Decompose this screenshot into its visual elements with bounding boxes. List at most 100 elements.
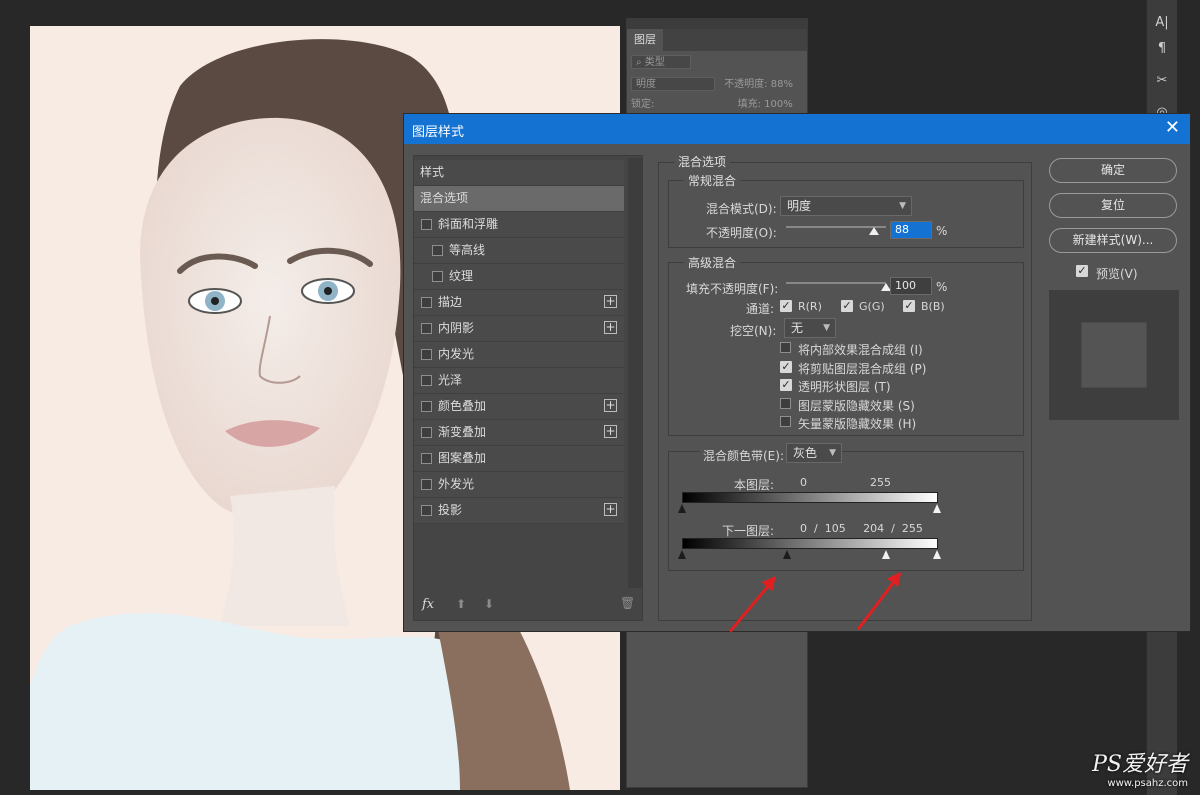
advanced-option-label: 图层蒙版隐藏效果 (S) <box>798 398 915 413</box>
fill-opacity-input[interactable]: 100 <box>890 277 932 295</box>
add-effect-icon[interactable]: + <box>604 399 617 412</box>
opacity-input[interactable]: 88 <box>890 221 932 239</box>
underlying-layer-stop[interactable] <box>933 550 941 559</box>
general-blending-title: 常规混合 <box>684 172 741 189</box>
styles-header[interactable]: 样式 <box>414 160 624 186</box>
this-layer-white-stop[interactable] <box>933 504 941 513</box>
style-item[interactable]: 光泽 <box>414 368 624 394</box>
advanced-option-checkbox[interactable]: ✓ <box>780 360 792 373</box>
style-item[interactable]: 颜色叠加 + <box>414 394 624 420</box>
channels-label: 通道: <box>746 302 775 316</box>
style-item-checkbox[interactable] <box>421 453 432 464</box>
tab-layers[interactable]: 图层 <box>627 29 663 51</box>
watermark: PS爱好者 www.psahz.com <box>1092 746 1188 789</box>
style-item[interactable]: 描边 + <box>414 290 624 316</box>
advanced-option-label: 将内部效果混合成组 (I) <box>798 343 923 357</box>
underlying-layer-stop[interactable] <box>678 550 686 559</box>
style-item-checkbox[interactable] <box>421 479 432 490</box>
advanced-option-checkbox[interactable] <box>780 397 791 409</box>
reset-button[interactable]: 复位 <box>1049 193 1177 218</box>
style-item-label: 内阴影 <box>438 321 475 335</box>
close-icon[interactable]: ✕ <box>1165 117 1180 138</box>
style-item-checkbox[interactable] <box>421 323 432 334</box>
advanced-option-label: 矢量蒙版隐藏效果 (H) <box>798 417 917 431</box>
fill-opacity-slider-track[interactable] <box>786 282 886 284</box>
character-icon[interactable]: A| <box>1147 10 1177 36</box>
underlying-layer-stop[interactable] <box>882 550 890 559</box>
kind-filter-select[interactable]: ⌕ 类型 <box>631 55 691 69</box>
preview-swatch <box>1081 322 1147 388</box>
blend-if-label: 混合颜色带(E): <box>700 447 787 464</box>
style-item-checkbox[interactable] <box>432 245 443 256</box>
fx-button[interactable]: fx <box>422 597 434 612</box>
style-item-checkbox[interactable] <box>432 271 443 282</box>
opacity-slider-knob[interactable] <box>869 227 879 235</box>
style-item[interactable]: 渐变叠加 + <box>414 420 624 446</box>
style-item[interactable]: 内阴影 + <box>414 316 624 342</box>
style-item-label: 内发光 <box>438 347 475 361</box>
preview-checkbox[interactable]: ✓ <box>1076 265 1088 277</box>
blend-mode-value: 明度 <box>787 199 812 213</box>
style-list-scrollbar[interactable] <box>628 158 642 588</box>
this-layer-black-stop[interactable] <box>678 504 686 513</box>
style-item[interactable]: 斜面和浮雕 <box>414 212 624 238</box>
add-effect-icon[interactable]: + <box>604 295 617 308</box>
channel-g-label: G(G) <box>859 300 885 313</box>
style-item[interactable]: 等高线 <box>414 238 624 264</box>
opacity-label: 不透明度(O): <box>706 226 777 240</box>
move-down-icon[interactable]: ⬇ <box>484 597 494 611</box>
trash-icon[interactable]: 🗑 <box>620 596 635 610</box>
advanced-option-checkbox[interactable] <box>780 416 791 427</box>
chevron-down-icon: ▼ <box>899 201 906 211</box>
advanced-option-checkbox[interactable] <box>780 342 791 353</box>
advanced-option-label: 透明形状图层 (T) <box>798 380 891 394</box>
style-item-checkbox[interactable] <box>421 375 432 386</box>
layer-opacity-value[interactable]: 88% <box>771 79 793 90</box>
style-item-checkbox[interactable] <box>421 427 432 438</box>
style-list-footer: fx ⬆ ⬇ 🗑 <box>414 592 642 620</box>
style-list: 样式 混合选项 斜面和浮雕 等高线 纹理 描边 + 内阴影 + 内发光 光泽 颜色叠加 + 渐变叠加 + 图… <box>413 155 643 621</box>
style-item-checkbox[interactable] <box>421 505 432 516</box>
chevron-down-icon: ▼ <box>823 323 830 333</box>
add-effect-icon[interactable]: + <box>604 321 617 334</box>
search-icon: ⌕ <box>636 57 645 68</box>
style-item[interactable]: 图案叠加 <box>414 446 624 472</box>
style-item[interactable]: 混合选项 <box>414 186 624 212</box>
style-item-checkbox[interactable] <box>421 349 432 360</box>
style-item[interactable]: 投影 + <box>414 498 624 524</box>
move-up-icon[interactable]: ⬆ <box>456 597 466 611</box>
blend-if-select[interactable]: 灰色 ▼ <box>786 443 842 463</box>
this-layer-high: 255 <box>870 476 891 489</box>
add-effect-icon[interactable]: + <box>604 425 617 438</box>
style-item[interactable]: 内发光 <box>414 342 624 368</box>
advanced-option-checkbox[interactable]: ✓ <box>780 379 792 391</box>
fill-label: 填充: <box>737 99 761 110</box>
style-item-checkbox[interactable] <box>421 297 432 308</box>
channel-r-checkbox[interactable]: ✓ <box>780 300 792 312</box>
fill-value[interactable]: 100% <box>764 99 793 110</box>
style-item-label: 外发光 <box>438 477 475 491</box>
layer-blend-select[interactable]: 明度 <box>631 77 715 91</box>
underlying-layer-stop[interactable] <box>783 550 791 559</box>
ok-button[interactable]: 确定 <box>1049 158 1177 183</box>
style-item-label: 光泽 <box>438 373 463 387</box>
style-item-checkbox[interactable] <box>421 401 432 412</box>
watermark-url: www.psahz.com <box>1107 778 1188 789</box>
this-layer-gradient <box>682 492 938 503</box>
style-item[interactable]: 纹理 <box>414 264 624 290</box>
tools-icon[interactable]: ✂ <box>1147 68 1177 94</box>
panel-header-bar <box>627 19 807 29</box>
knockout-select[interactable]: 无 ▼ <box>784 318 836 338</box>
advanced-option-label: 将剪贴图层混合成组 (P) <box>798 361 927 376</box>
style-item[interactable]: 外发光 <box>414 472 624 498</box>
paragraph-icon[interactable]: ¶ <box>1147 36 1177 62</box>
style-item-label: 斜面和浮雕 <box>438 217 499 231</box>
add-effect-icon[interactable]: + <box>604 503 617 516</box>
channel-b-checkbox[interactable]: ✓ <box>903 300 915 312</box>
style-item-label: 颜色叠加 <box>438 399 487 413</box>
style-item-checkbox[interactable] <box>421 219 432 230</box>
blend-mode-select[interactable]: 明度 ▼ <box>780 196 912 216</box>
preview-thumbnail <box>1049 290 1179 420</box>
channel-g-checkbox[interactable]: ✓ <box>841 300 853 312</box>
new-style-button[interactable]: 新建样式(W)... <box>1049 228 1177 253</box>
